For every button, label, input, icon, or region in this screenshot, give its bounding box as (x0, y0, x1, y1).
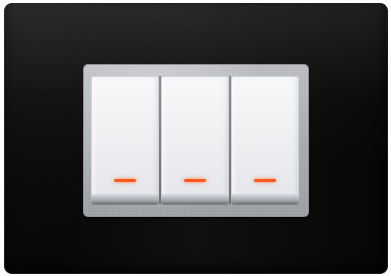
rocker-key-left (91, 76, 159, 204)
rocker-key-middle (161, 76, 229, 204)
indicator-led-icon (254, 179, 276, 182)
photo-stage (0, 0, 391, 276)
rocker-key-right (231, 76, 299, 204)
indicator-led-icon (114, 179, 136, 182)
indicator-led-icon (184, 179, 206, 182)
